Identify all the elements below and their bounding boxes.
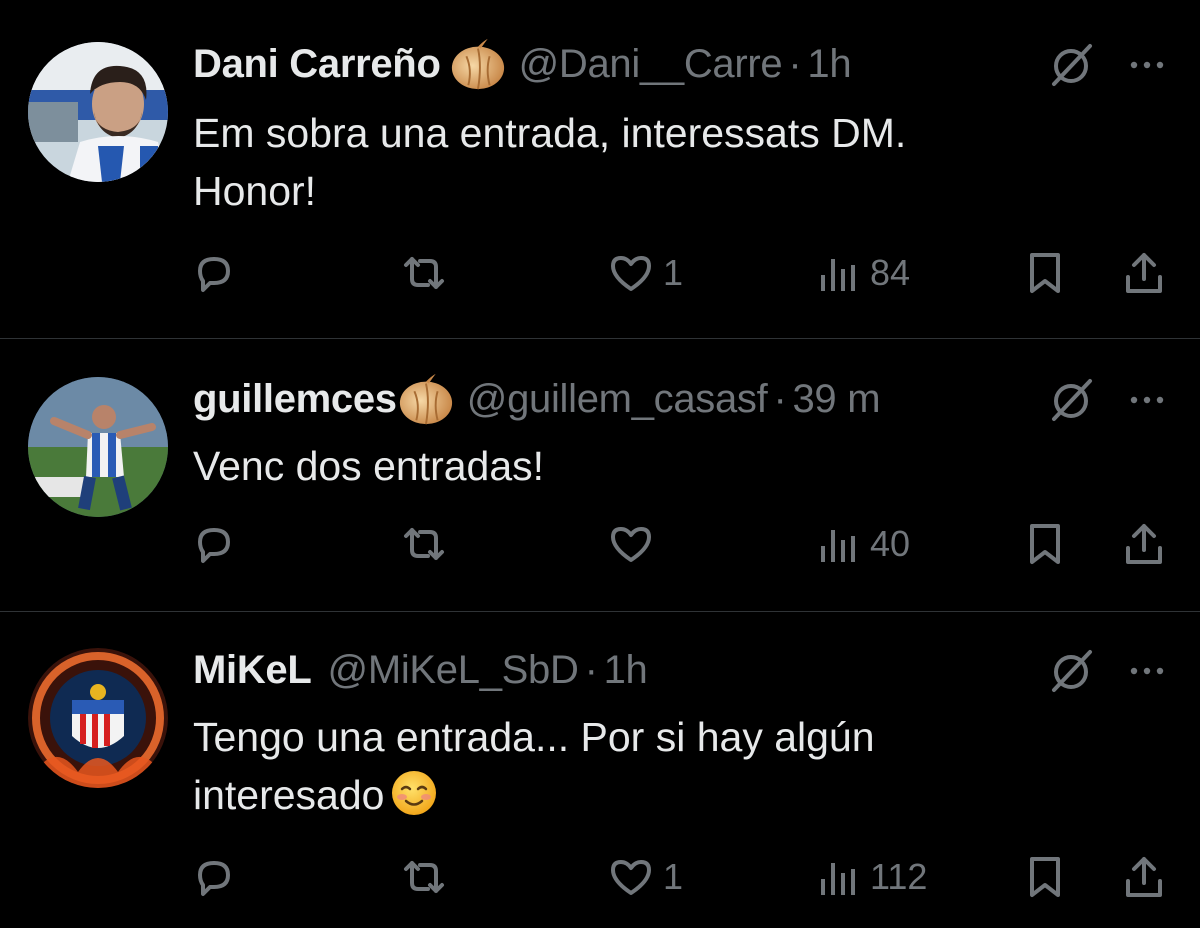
share-upload-icon (1126, 857, 1162, 897)
retweet-icon (404, 861, 444, 893)
share-button[interactable] (1120, 519, 1168, 569)
share-button[interactable] (1120, 852, 1168, 902)
smiling-face-emoji-icon (392, 771, 437, 815)
views-button[interactable]: 112 (814, 852, 927, 902)
share-upload-icon (1126, 524, 1162, 564)
tweet-text-line-with-emoji: interesado (193, 766, 1080, 824)
views-bar-chart-icon (821, 259, 855, 291)
reply-button[interactable] (190, 519, 238, 569)
retweet-button[interactable] (400, 519, 448, 569)
tweet-text: Em sobra una entrada, interessats DM. Ho… (193, 104, 1080, 220)
user-handle[interactable]: @Dani__Carre (519, 42, 783, 87)
display-name[interactable]: guillemces (193, 377, 397, 422)
reply-bubble-icon (198, 257, 230, 292)
tweet[interactable]: Dani Carreño @Dani__Carre · 1h Em sobra … (0, 0, 1200, 338)
tweet-header: Dani Carreño @Dani__Carre · 1h (193, 36, 852, 92)
tweet-text-line: Em sobra una entrada, interessats DM. (193, 110, 907, 156)
reply-bubble-icon (198, 528, 230, 563)
bookmark-icon (1030, 857, 1060, 897)
tweet[interactable]: MiKeL @MiKeL_SbD · 1h Tengo una entrada.… (0, 612, 1200, 928)
timestamp[interactable]: 39 m (792, 377, 880, 422)
reply-button[interactable] (190, 248, 238, 298)
tweet-text-line: interesado (193, 772, 385, 818)
tweet-text-line: Honor! (193, 168, 317, 214)
share-button[interactable] (1120, 248, 1168, 298)
like-count: 1 (663, 252, 684, 293)
bookmark-icon (1030, 524, 1060, 564)
user-handle[interactable]: @guillem_casasf (467, 377, 768, 422)
reply-bubble-icon (198, 861, 230, 896)
bookmark-icon (1030, 253, 1060, 293)
display-name[interactable]: MiKeL (193, 648, 312, 693)
bookmark-button[interactable] (1021, 852, 1069, 902)
tweet-text-line: Tengo una entrada... Por si hay algún (193, 714, 875, 760)
like-button[interactable] (607, 519, 663, 569)
heart-icon (611, 256, 651, 291)
avatar[interactable] (28, 648, 168, 788)
timestamp[interactable]: 1h (807, 42, 851, 87)
more-dots-icon[interactable] (1122, 646, 1172, 696)
separator: · (584, 647, 598, 692)
like-count: 1 (663, 856, 684, 897)
display-name[interactable]: Dani Carreño (193, 42, 441, 87)
avatar[interactable] (28, 377, 168, 517)
separator: · (788, 41, 802, 86)
retweet-button[interactable] (400, 248, 448, 298)
like-button[interactable]: 1 (607, 852, 683, 902)
share-upload-icon (1126, 253, 1162, 293)
grok-slash-circle-icon[interactable] (1046, 646, 1096, 696)
timestamp[interactable]: 1h (604, 648, 648, 693)
grok-slash-circle-icon[interactable] (1046, 40, 1096, 90)
retweet-icon (404, 257, 444, 289)
onion-emoji-icon (451, 38, 504, 90)
tweet[interactable]: guillemces @guillem_casasf · 39 m Venc d… (0, 339, 1200, 611)
separator: · (773, 376, 787, 421)
retweet-button[interactable] (400, 852, 448, 902)
like-button[interactable]: 1 (607, 248, 683, 298)
tweet-header: guillemces @guillem_casasf · 39 m (193, 371, 881, 427)
views-bar-chart-icon (821, 530, 855, 562)
tweet-header: MiKeL @MiKeL_SbD · 1h (193, 642, 648, 698)
bookmark-button[interactable] (1021, 248, 1069, 298)
retweet-icon (404, 528, 444, 560)
more-dots-icon[interactable] (1122, 375, 1172, 425)
grok-slash-circle-icon[interactable] (1046, 375, 1096, 425)
tweet-text: Tengo una entrada... Por si hay algún in… (193, 708, 1080, 824)
view-count: 84 (870, 252, 911, 293)
onion-emoji-icon (399, 373, 452, 425)
tweet-text-line: Venc dos entradas! (193, 443, 545, 489)
user-handle[interactable]: @MiKeL_SbD (328, 648, 579, 693)
tweet-text: Venc dos entradas! (193, 437, 1080, 495)
view-count: 112 (870, 856, 928, 897)
bookmark-button[interactable] (1021, 519, 1069, 569)
views-button[interactable]: 84 (814, 248, 910, 298)
view-count: 40 (870, 523, 911, 564)
heart-icon (611, 527, 651, 562)
views-bar-chart-icon (821, 863, 855, 895)
more-dots-icon[interactable] (1122, 40, 1172, 90)
reply-button[interactable] (190, 852, 238, 902)
views-button[interactable]: 40 (814, 519, 910, 569)
tweet-feed: Dani Carreño @Dani__Carre · 1h Em sobra … (0, 0, 1200, 928)
avatar[interactable] (28, 42, 168, 182)
heart-icon (611, 860, 651, 895)
